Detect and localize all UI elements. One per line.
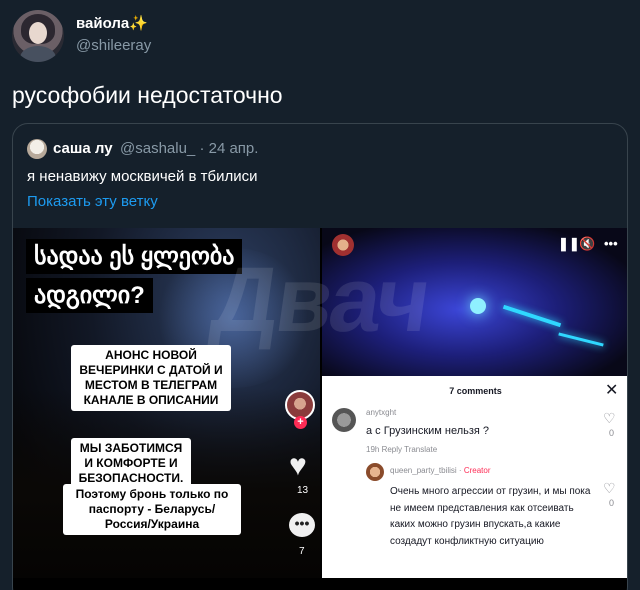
mute-icon: 🔇 <box>579 236 596 251</box>
quoted-tweet-text: я ненавижу москвичей в тбилиси <box>27 168 258 185</box>
reply-heart-icon: ♡ <box>603 480 616 496</box>
show-thread-link[interactable]: Показать эту ветку <box>27 193 158 210</box>
reply-likes: 0 <box>609 498 615 508</box>
safety-sticker: МЫ ЗАБОТИМСЯ И КОМФОРТЕ И БЕЗОПАСНОСТИ. <box>71 438 191 489</box>
laser-beam <box>558 332 604 347</box>
close-icon: ✕ <box>605 382 619 399</box>
avatar-face <box>29 22 47 44</box>
laser-beam <box>502 304 562 328</box>
tweet-text: русофобии недостаточно <box>12 82 283 108</box>
quoted-tweet[interactable]: саша лу @sashalu_ · 24 апр. я ненавижу м… <box>12 123 628 590</box>
media-image-right[interactable]: ❚❚ 🔇 ••• 7 comments ✕ anytxght а с Грузи… <box>322 228 627 578</box>
media-image-left[interactable]: სადაა ეს ყლეობა ადგილი? АНОНС НОВОЙ ВЕЧЕ… <box>13 228 320 578</box>
quoted-avatar[interactable] <box>27 139 47 159</box>
video-avatar-icon <box>332 234 354 256</box>
creator-badge: Creator <box>463 466 491 475</box>
passport-sticker: Поэтому бронь только по паспорту - Белар… <box>63 484 241 535</box>
comment-text: а с Грузинским нельзя ? <box>366 425 490 437</box>
georgian-caption-line2: ადგილი? <box>26 278 153 313</box>
more-icon: ••• <box>604 236 618 251</box>
announce-sticker: АНОНС НОВОЙ ВЕЧЕРИНКИ С ДАТОЙ И МЕСТОМ В… <box>71 345 231 411</box>
quoted-author-handle: @sashalu_ · 24 апр. <box>120 140 259 157</box>
quoted-author-name[interactable]: саша лу <box>53 140 113 157</box>
sparkles-icon: ✨ <box>129 15 148 32</box>
reply-username-text: queen_party_tbilisi · <box>390 466 464 475</box>
heart-icon: ♥ <box>289 449 307 482</box>
author-avatar[interactable] <box>12 10 64 62</box>
author-name-text: вайола <box>76 15 130 32</box>
pause-icon: ❚❚ <box>558 236 580 251</box>
comments-count: 7 <box>299 546 305 557</box>
comment-likes: 0 <box>609 428 615 438</box>
comment-bubble-icon: ••• <box>289 513 315 537</box>
georgian-caption-line1: სადაა ეს ყლეობა <box>26 239 243 274</box>
reply-username: queen_party_tbilisi · Creator <box>390 466 491 475</box>
reply-text: Очень много агрессии от грузин, и мы пок… <box>390 486 591 547</box>
tweet-media[interactable]: სადაა ეს ყლეობა ადგილი? АНОНС НОВОЙ ВЕЧЕ… <box>13 228 627 590</box>
comments-sheet: 7 comments ✕ anytxght а с Грузинским нел… <box>322 376 627 578</box>
author-handle[interactable]: @shileeray <box>76 37 151 54</box>
avatar-body <box>20 46 56 62</box>
stage-light <box>470 298 486 314</box>
creator-reply-avatar <box>366 463 384 481</box>
comments-title: 7 comments <box>449 386 502 396</box>
comment-username: anytxght <box>366 408 397 417</box>
follow-plus-icon: + <box>294 416 307 429</box>
likes-count: 13 <box>297 485 309 496</box>
comment-meta: 19h Reply Translate <box>366 445 438 454</box>
comment-heart-icon: ♡ <box>603 410 616 426</box>
author-name[interactable]: вайола✨ <box>76 14 148 32</box>
commenter-avatar <box>332 408 356 432</box>
